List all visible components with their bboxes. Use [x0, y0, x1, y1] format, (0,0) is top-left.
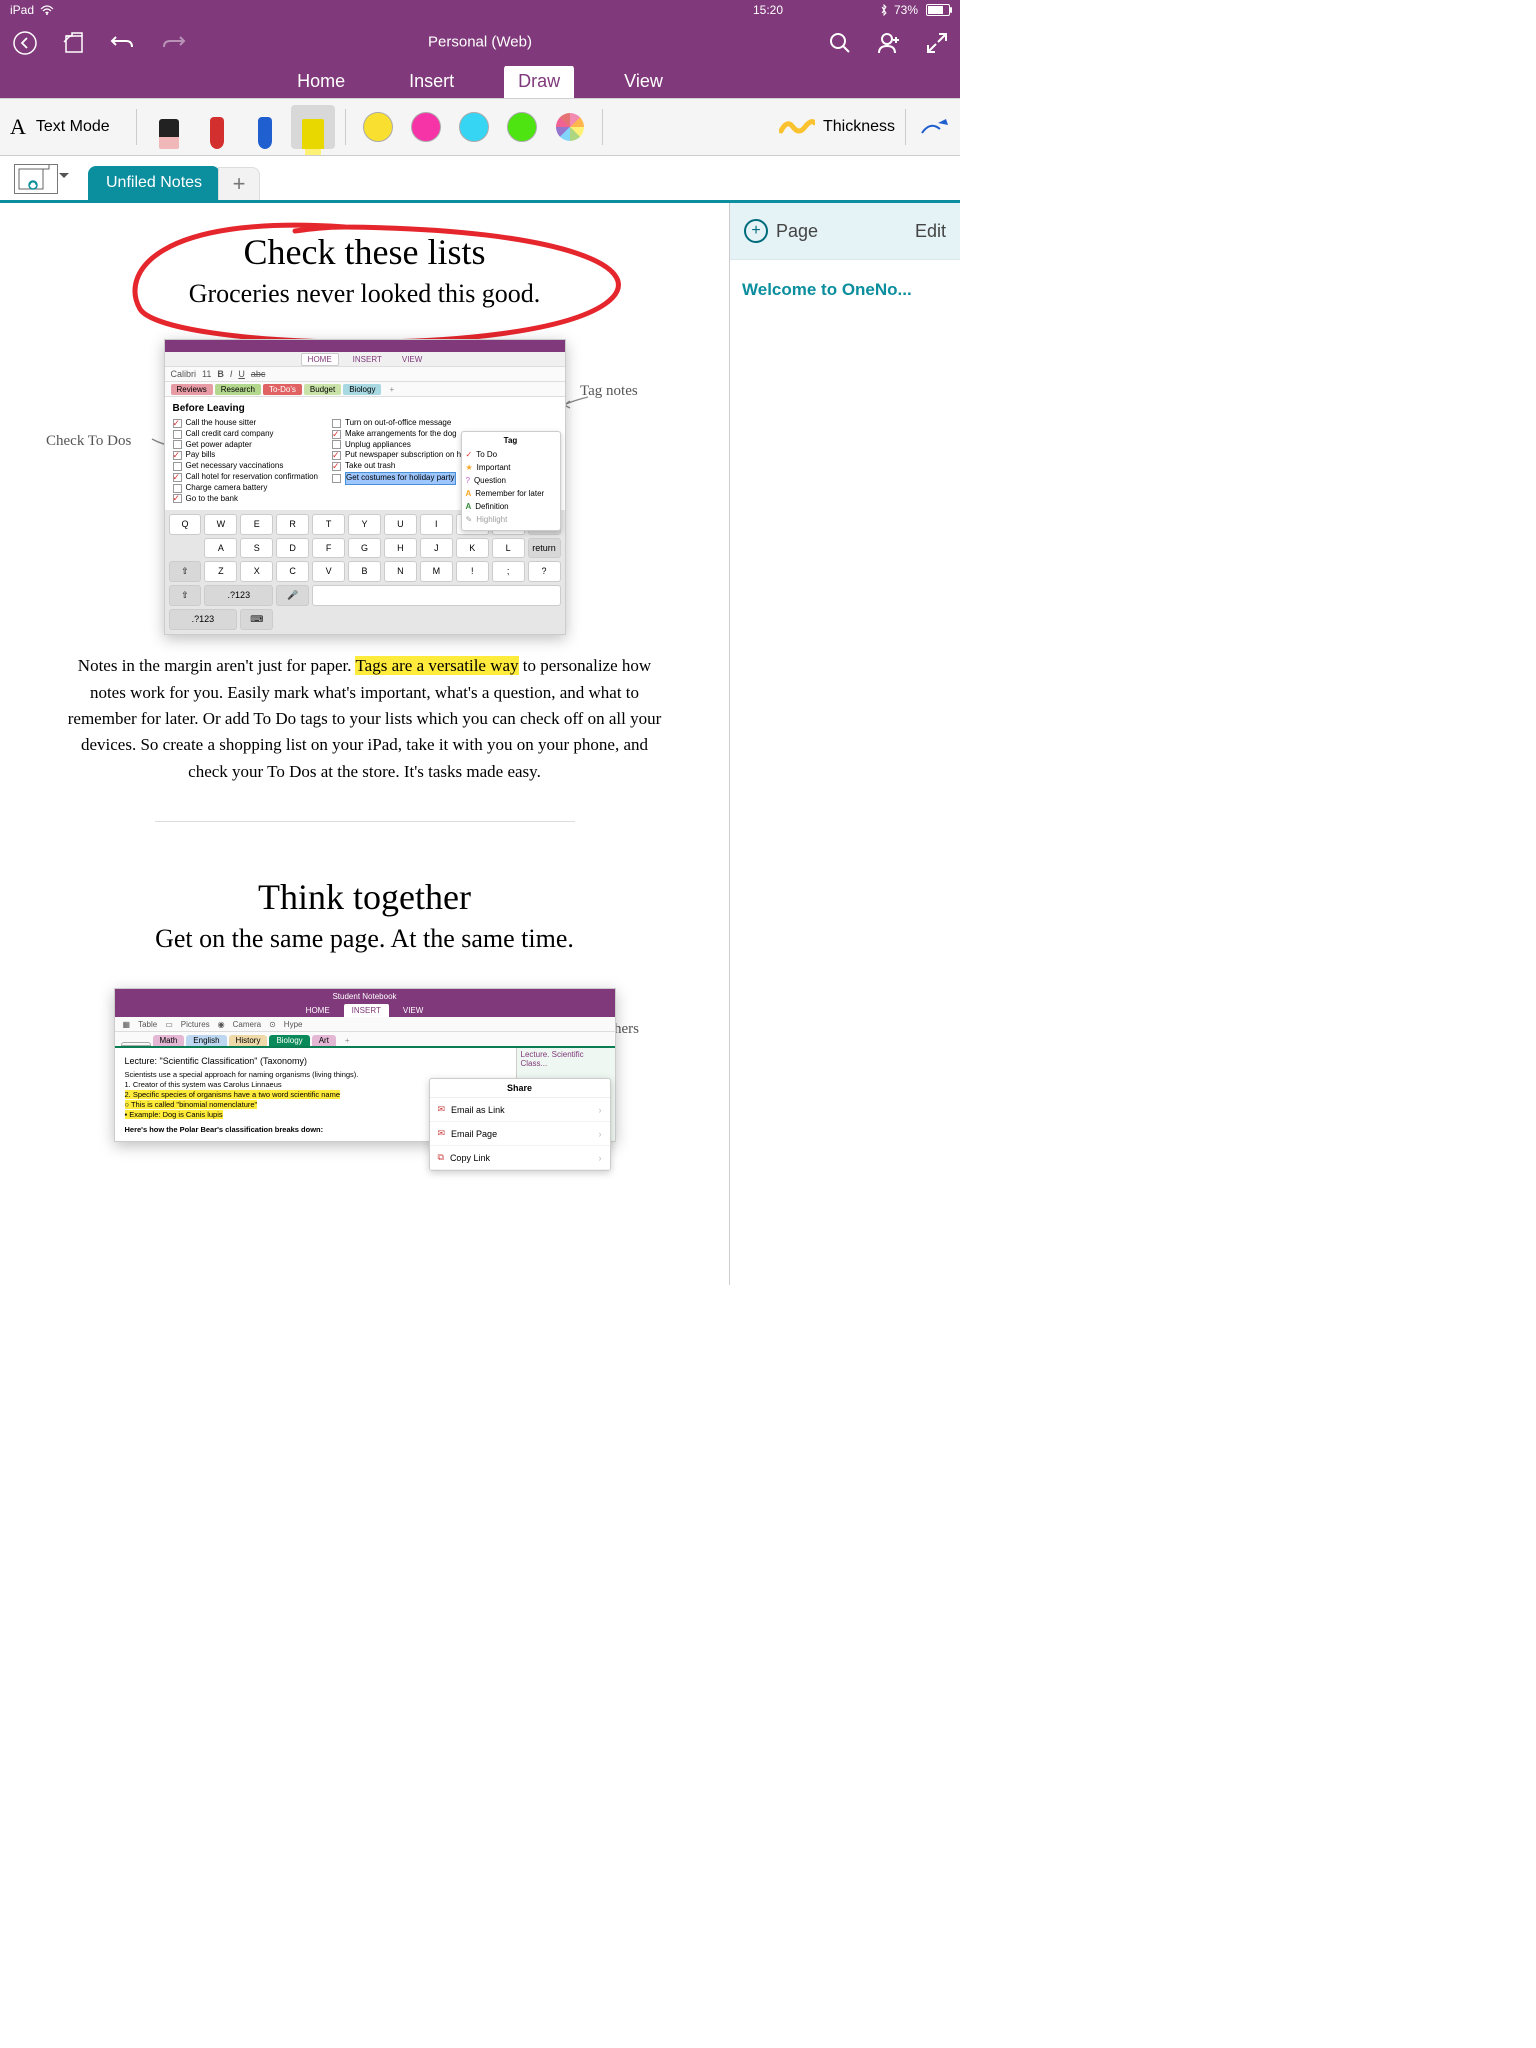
- ios-status-bar: iPad 15:20 73%: [0, 0, 960, 20]
- shot-share-panel: Share ✉Email as Link› ✉Email Page› ⧉Copy…: [429, 1078, 611, 1171]
- wifi-icon: [40, 5, 54, 15]
- thickness-button[interactable]: Thickness: [779, 118, 895, 136]
- shot-section: Biology: [343, 384, 381, 395]
- separator: [345, 109, 346, 145]
- share-person-icon[interactable]: [876, 31, 902, 55]
- tab-view[interactable]: View: [610, 65, 677, 98]
- back-icon[interactable]: [12, 30, 38, 56]
- clock: 15:20: [753, 3, 783, 17]
- ribbon-tabs: Home Insert Draw View: [0, 66, 960, 99]
- shot-tab: INSERT: [347, 354, 388, 365]
- thickness-icon: [779, 119, 815, 135]
- page-canvas[interactable]: Check these lists Groceries never looked…: [0, 203, 730, 1285]
- page-list-item[interactable]: Welcome to OneNo...: [742, 272, 948, 308]
- annotation-check-todos: Check To Dos: [46, 433, 131, 450]
- add-section-button[interactable]: +: [218, 167, 260, 200]
- color-green[interactable]: [500, 105, 544, 149]
- pen-blue[interactable]: [243, 105, 287, 149]
- chevron-down-icon: [59, 173, 69, 183]
- thickness-label: Thickness: [823, 118, 895, 136]
- color-wheel[interactable]: [548, 105, 592, 149]
- notebook-picker[interactable]: [14, 164, 58, 194]
- tab-draw[interactable]: Draw: [504, 65, 574, 98]
- hero-title: Think together: [30, 876, 699, 918]
- section-tab-unfiled[interactable]: Unfiled Notes: [88, 166, 220, 200]
- highlighter-yellow[interactable]: [291, 105, 335, 149]
- text-mode-button[interactable]: A Text Mode: [10, 114, 118, 140]
- hero-subtitle: Get on the same page. At the same time.: [30, 924, 699, 954]
- bluetooth-icon: [880, 4, 888, 16]
- tab-insert[interactable]: Insert: [395, 65, 468, 98]
- pen-red[interactable]: [195, 105, 239, 149]
- shot-section: Reviews: [171, 384, 213, 395]
- text-mode-icon: A: [10, 114, 26, 140]
- shot-tab: HOME: [301, 353, 339, 366]
- shot-tab: VIEW: [396, 354, 428, 365]
- ink-to-shape-icon[interactable]: [920, 117, 950, 137]
- edit-pages-button[interactable]: Edit: [915, 221, 946, 242]
- app-titlebar: Personal (Web): [0, 20, 960, 66]
- notebook-title[interactable]: Personal (Web): [428, 34, 532, 53]
- redo-icon[interactable]: [160, 33, 186, 53]
- color-yellow[interactable]: [356, 105, 400, 149]
- add-page-button[interactable]: + Page: [744, 219, 818, 243]
- shot-section: To-Do's: [263, 384, 302, 395]
- separator: [905, 109, 906, 145]
- hero-subtitle: Groceries never looked this good.: [30, 279, 699, 309]
- color-pink[interactable]: [404, 105, 448, 149]
- shot-tab: INSERT: [344, 1004, 389, 1017]
- text-mode-label: Text Mode: [36, 118, 110, 136]
- shot-tag-panel: Tag ✓To Do ★Important ?Question ARemembe…: [461, 431, 561, 531]
- page-list-panel: + Page Edit Welcome to OneNo...: [730, 203, 960, 1285]
- shot-tab: VIEW: [395, 1004, 431, 1017]
- undo-icon[interactable]: [110, 33, 136, 53]
- fullscreen-icon[interactable]: [926, 32, 948, 54]
- section-hero-think: Think together Get on the same page. At …: [30, 876, 699, 954]
- divider: [155, 821, 575, 822]
- shot-heading: Before Leaving: [173, 403, 557, 414]
- body-paragraph-tags: Notes in the margin aren't just for pape…: [60, 653, 670, 785]
- search-icon[interactable]: [828, 31, 852, 55]
- draw-ribbon: A Text Mode Thickness: [0, 99, 960, 156]
- plus-circle-icon: +: [744, 219, 768, 243]
- color-cyan[interactable]: [452, 105, 496, 149]
- section-hero-lists: Check these lists Groceries never looked…: [30, 231, 699, 309]
- shot-fontsize: 11: [202, 369, 211, 379]
- shot-section: Research: [215, 384, 261, 395]
- section-tab-bar: Unfiled Notes +: [0, 156, 960, 203]
- eraser-tool[interactable]: [147, 105, 191, 149]
- open-note-icon[interactable]: [62, 32, 86, 54]
- tab-home[interactable]: Home: [283, 65, 359, 98]
- hero-title: Check these lists: [30, 231, 699, 273]
- embedded-screenshot-tags: HOME INSERT VIEW Calibri 11 BIUabc Revie…: [164, 339, 566, 635]
- separator: [602, 109, 603, 145]
- shot-tab: HOME: [298, 1004, 338, 1017]
- highlighted-text: Tags are a versatile way: [355, 656, 518, 675]
- shot-lecture-title: Lecture: "Scientific Classification" (Ta…: [125, 1056, 506, 1066]
- device-label: iPad: [10, 3, 34, 17]
- embedded-screenshot-share: Student Notebook HOME INSERT VIEW ▦Table…: [114, 988, 616, 1142]
- shot-font: Calibri: [171, 369, 197, 379]
- shot-nb-name: Student Notebook: [332, 992, 396, 1001]
- battery-percent: 73%: [894, 3, 918, 17]
- shot-section: Budget: [304, 384, 341, 395]
- battery-icon: [926, 4, 950, 16]
- separator: [136, 109, 137, 145]
- add-page-label: Page: [776, 221, 818, 242]
